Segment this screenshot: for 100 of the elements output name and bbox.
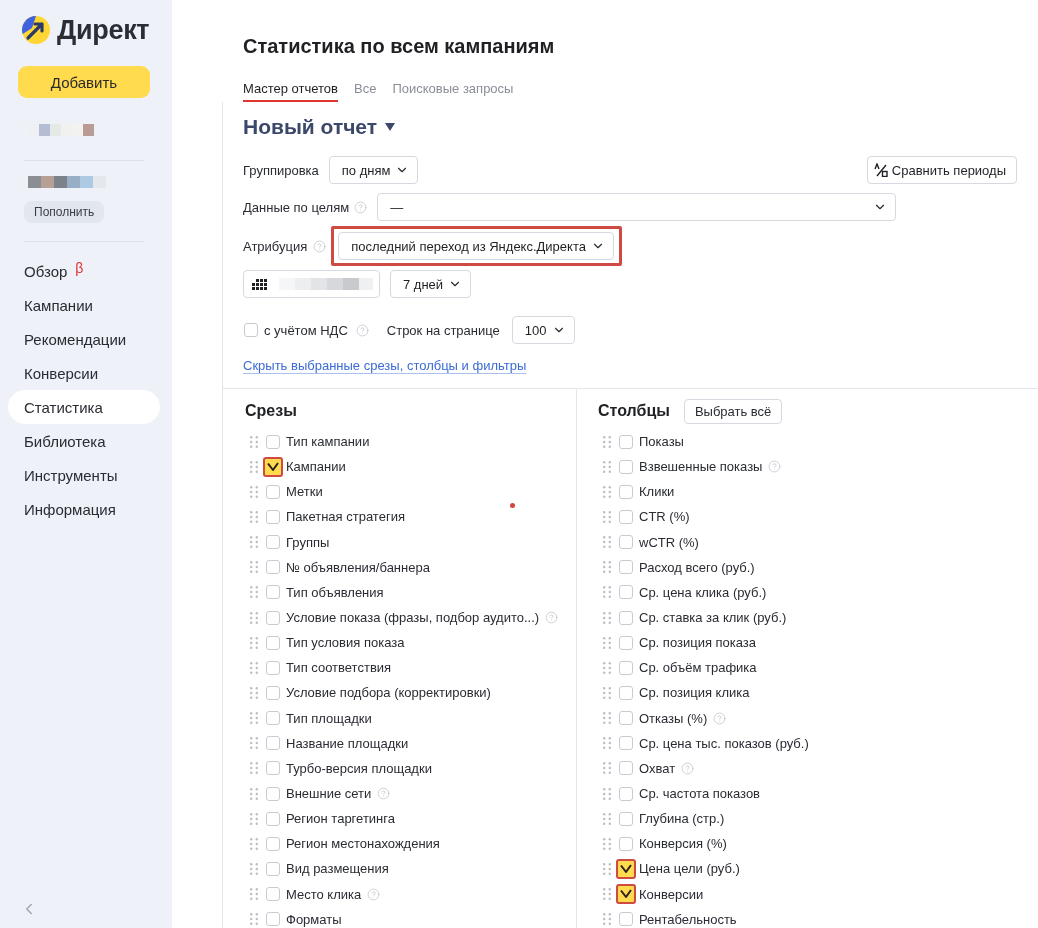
select-all-button[interactable]: Выбрать всё <box>683 398 783 424</box>
checkbox[interactable] <box>266 811 280 826</box>
checkbox[interactable] <box>266 711 280 726</box>
drag-handle-icon[interactable] <box>603 888 611 901</box>
checkbox[interactable] <box>263 456 283 477</box>
drag-handle-icon[interactable] <box>250 837 258 850</box>
drag-handle-icon[interactable] <box>603 862 611 875</box>
drag-handle-icon[interactable] <box>250 561 258 574</box>
checkbox[interactable] <box>266 736 280 751</box>
drag-handle-icon[interactable] <box>250 435 258 448</box>
help-icon[interactable] <box>367 887 381 901</box>
checkbox[interactable] <box>619 912 633 927</box>
drag-handle-icon[interactable] <box>603 586 611 599</box>
checkbox[interactable] <box>619 560 633 575</box>
checkbox[interactable] <box>619 535 633 550</box>
checkbox[interactable] <box>266 836 280 851</box>
drag-handle-icon[interactable] <box>250 611 258 624</box>
drag-handle-icon[interactable] <box>250 737 258 750</box>
date-range-button[interactable] <box>243 270 380 298</box>
tab[interactable]: Мастер отчетов <box>243 72 338 102</box>
help-icon[interactable] <box>313 239 327 253</box>
drag-handle-icon[interactable] <box>603 435 611 448</box>
checkbox[interactable] <box>619 786 633 801</box>
drag-handle-icon[interactable] <box>250 636 258 649</box>
checkbox[interactable] <box>619 635 633 650</box>
drag-handle-icon[interactable] <box>250 511 258 523</box>
checkbox[interactable] <box>619 459 633 474</box>
help-icon[interactable] <box>681 761 695 775</box>
drag-handle-icon[interactable] <box>603 737 611 750</box>
checkbox[interactable] <box>619 711 633 726</box>
period-dropdown[interactable]: 7 дней <box>390 270 472 298</box>
drag-handle-icon[interactable] <box>250 485 258 498</box>
checkbox[interactable] <box>266 610 280 625</box>
checkbox[interactable] <box>266 484 280 499</box>
drag-handle-icon[interactable] <box>603 686 611 699</box>
nav-item[interactable]: Библиотека <box>8 424 160 458</box>
help-icon[interactable] <box>377 787 391 801</box>
checkbox[interactable] <box>266 510 280 524</box>
hide-filters-link[interactable]: Скрыть выбранные срезы, столбцы и фильтры <box>243 358 527 373</box>
checkbox[interactable] <box>266 434 280 449</box>
help-icon[interactable] <box>545 611 559 625</box>
checkbox[interactable] <box>619 434 633 449</box>
checkbox[interactable] <box>266 786 280 801</box>
checkbox[interactable] <box>266 861 280 876</box>
checkbox[interactable] <box>266 585 280 600</box>
nav-item[interactable]: Обзор β <box>8 254 160 288</box>
rows-per-page-dropdown[interactable]: 100 <box>511 316 575 344</box>
checkbox[interactable] <box>616 884 636 905</box>
checkbox[interactable] <box>266 887 280 902</box>
drag-handle-icon[interactable] <box>603 485 611 498</box>
help-icon[interactable] <box>354 200 368 214</box>
drag-handle-icon[interactable] <box>250 787 258 800</box>
nav-item[interactable]: Кампании <box>8 288 160 322</box>
checkbox[interactable] <box>619 484 633 499</box>
checkbox[interactable] <box>619 610 633 625</box>
help-icon[interactable] <box>355 323 369 337</box>
nav-item[interactable]: Инструменты <box>8 458 160 492</box>
drag-handle-icon[interactable] <box>603 460 611 473</box>
nav-item[interactable]: Конверсии <box>8 356 160 390</box>
report-title-menu[interactable]: Новый отчет <box>243 114 396 140</box>
checkbox[interactable] <box>619 685 633 700</box>
drag-handle-icon[interactable] <box>250 762 258 775</box>
checkbox[interactable] <box>616 858 636 879</box>
nav-item[interactable]: Статистика <box>8 390 160 424</box>
drag-handle-icon[interactable] <box>250 913 258 926</box>
checkbox[interactable] <box>266 560 280 575</box>
drag-handle-icon[interactable] <box>250 862 258 875</box>
drag-handle-icon[interactable] <box>603 913 611 926</box>
add-button[interactable]: Добавить <box>18 66 150 98</box>
checkbox[interactable] <box>619 811 633 826</box>
help-icon[interactable] <box>713 711 727 725</box>
drag-handle-icon[interactable] <box>250 460 258 473</box>
goals-dropdown[interactable]: — <box>377 193 897 221</box>
drag-handle-icon[interactable] <box>250 812 258 825</box>
drag-handle-icon[interactable] <box>250 686 258 699</box>
help-icon[interactable] <box>768 460 782 474</box>
top-up-button[interactable]: Пополнить <box>24 201 105 223</box>
drag-handle-icon[interactable] <box>250 888 258 901</box>
grouping-dropdown[interactable]: по дням <box>328 156 419 184</box>
drag-handle-icon[interactable] <box>603 611 611 624</box>
drag-handle-icon[interactable] <box>603 661 611 674</box>
drag-handle-icon[interactable] <box>603 712 611 725</box>
checkbox[interactable] <box>266 635 280 650</box>
drag-handle-icon[interactable] <box>603 511 611 523</box>
drag-handle-icon[interactable] <box>250 712 258 725</box>
checkbox[interactable] <box>266 912 280 927</box>
checkbox[interactable] <box>619 836 633 851</box>
checkbox[interactable] <box>266 685 280 700</box>
drag-handle-icon[interactable] <box>603 636 611 649</box>
drag-handle-icon[interactable] <box>603 561 611 574</box>
nav-item[interactable]: Рекомендации <box>8 322 160 356</box>
nav-item[interactable]: Информация <box>8 492 160 526</box>
drag-handle-icon[interactable] <box>250 536 258 549</box>
checkbox[interactable] <box>619 761 633 776</box>
checkbox[interactable] <box>619 660 633 675</box>
checkbox[interactable] <box>619 510 633 524</box>
checkbox[interactable] <box>266 660 280 675</box>
drag-handle-icon[interactable] <box>250 661 258 674</box>
checkbox[interactable] <box>244 323 258 337</box>
checkbox[interactable] <box>619 585 633 600</box>
